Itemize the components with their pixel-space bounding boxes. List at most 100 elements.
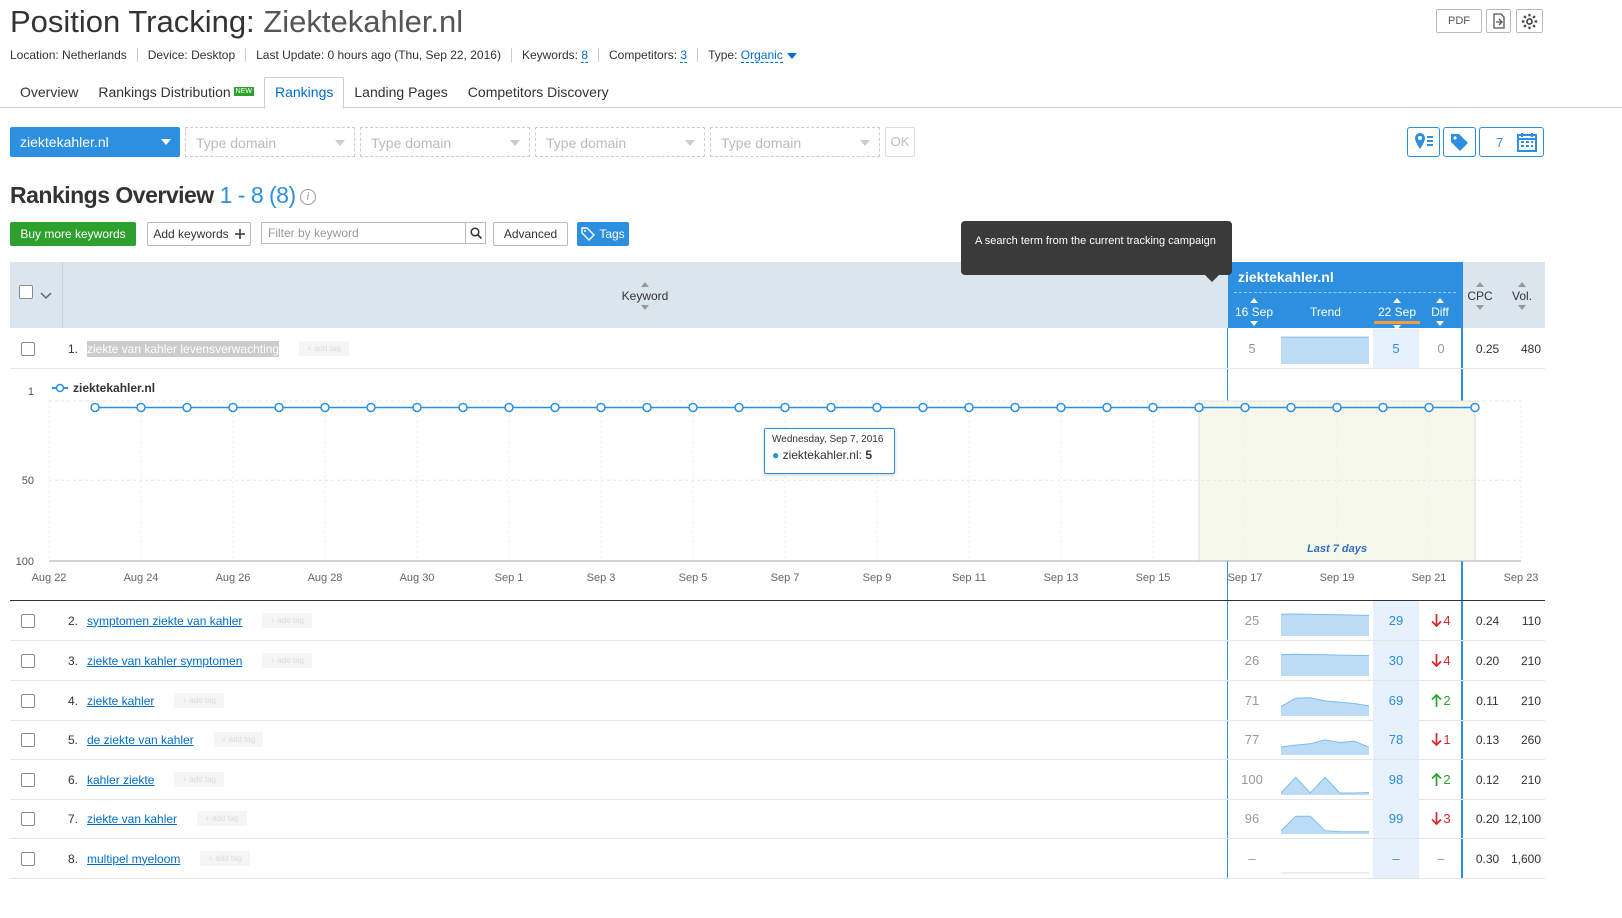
tags-button[interactable]: Tags	[577, 222, 629, 246]
date-range-button[interactable]: 7	[1479, 127, 1544, 157]
sort-down-icon	[1250, 321, 1258, 326]
tab-competitors-discovery[interactable]: Competitors Discovery	[458, 84, 619, 108]
row-checkbox[interactable]	[21, 693, 35, 708]
data-point[interactable]	[1424, 402, 1434, 413]
data-point[interactable]	[1240, 402, 1250, 413]
add-tag-button[interactable]: + add tag	[197, 811, 247, 826]
add-tag-button[interactable]: + add tag	[174, 772, 224, 787]
keyword-link[interactable]: de ziekte van kahler	[87, 733, 194, 747]
data-point[interactable]	[1010, 402, 1020, 413]
data-point[interactable]	[826, 402, 836, 413]
volume-label: Vol.	[1511, 289, 1532, 303]
keywords-count-link[interactable]: 8	[581, 48, 589, 63]
advanced-filter-button[interactable]: Advanced	[493, 222, 568, 246]
data-point[interactable]	[780, 402, 790, 413]
sort-down-icon	[1436, 321, 1444, 326]
ok-button[interactable]: OK	[885, 127, 915, 157]
last-7-days-label: Last 7 days	[1307, 543, 1367, 555]
row-checkbox[interactable]	[21, 851, 35, 866]
domain-select[interactable]: ziektekahler.nl	[10, 127, 180, 157]
filter-search-button[interactable]	[465, 222, 486, 244]
settings-button[interactable]	[1516, 9, 1543, 33]
tab-rankings-distribution[interactable]: Rankings Distribution NEW	[88, 84, 264, 108]
keyword-column-header[interactable]: Keyword	[605, 282, 685, 310]
volume-column-header[interactable]: Vol.	[1504, 282, 1540, 310]
buy-more-keywords-button[interactable]: Buy more keywords	[10, 222, 136, 246]
keyword-link[interactable]: ziekte van kahler	[87, 812, 177, 826]
add-keywords-button[interactable]: Add keywords	[147, 222, 251, 246]
data-point[interactable]	[1332, 402, 1342, 413]
export-button[interactable]	[1486, 9, 1511, 33]
competitor-domain-input-4[interactable]: Type domain	[710, 127, 880, 157]
add-tag-button[interactable]: + add tag	[299, 341, 349, 356]
arrow-up-icon	[1431, 694, 1442, 707]
add-tag-button[interactable]: + add tag	[262, 613, 312, 628]
competitor-domain-input-3[interactable]: Type domain	[535, 127, 705, 157]
keyword-link[interactable]: ziekte kahler	[87, 694, 154, 708]
data-point[interactable]	[458, 402, 468, 413]
data-point[interactable]	[1056, 402, 1066, 413]
data-point[interactable]	[320, 402, 330, 413]
add-tag-button[interactable]: + add tag	[200, 851, 250, 866]
data-point[interactable]	[642, 402, 652, 413]
data-point[interactable]	[136, 402, 146, 413]
date-new-column-header[interactable]: 22 Sep	[1374, 298, 1420, 330]
data-point[interactable]	[1148, 402, 1158, 413]
data-point[interactable]	[550, 402, 560, 413]
keyword-link[interactable]: multipel myeloom	[87, 852, 180, 866]
add-tag-button[interactable]: + add tag	[213, 732, 264, 747]
arrow-down-icon	[1431, 614, 1442, 627]
data-point[interactable]	[366, 402, 376, 413]
data-point[interactable]	[964, 402, 974, 413]
data-point[interactable]	[182, 402, 192, 413]
select-menu-chevron[interactable]	[40, 288, 52, 303]
data-point[interactable]	[872, 402, 882, 413]
add-tag-button[interactable]: + add tag	[174, 693, 224, 708]
info-icon[interactable]: i	[299, 188, 316, 205]
data-point[interactable]	[412, 402, 422, 413]
tab-landing-pages[interactable]: Landing Pages	[344, 84, 457, 108]
date-old-column-header[interactable]: 16 Sep	[1230, 298, 1278, 326]
competitor-domain-input-1[interactable]: Type domain	[185, 127, 355, 157]
row-checkbox[interactable]	[21, 341, 35, 356]
chevron-down-icon[interactable]	[786, 52, 797, 59]
data-point[interactable]	[504, 402, 514, 413]
location-list-button[interactable]	[1407, 127, 1440, 157]
sparkline-chart	[1281, 815, 1369, 834]
tags-filter-button[interactable]	[1443, 127, 1476, 157]
data-point[interactable]	[734, 402, 744, 413]
data-point[interactable]	[1470, 402, 1480, 413]
keyword-link[interactable]: ziekte van kahler symptomen	[87, 654, 242, 668]
data-point[interactable]	[1194, 402, 1204, 413]
diff-column-header[interactable]: Diff	[1426, 298, 1454, 326]
keyword-link[interactable]: symptomen ziekte van kahler	[87, 614, 242, 628]
data-point[interactable]	[90, 402, 100, 413]
row-checkbox[interactable]	[21, 772, 35, 787]
tab-overview[interactable]: Overview	[10, 84, 88, 108]
pdf-button[interactable]: PDF	[1436, 9, 1482, 33]
diff-value: 2	[1443, 693, 1451, 708]
type-dropdown[interactable]: Organic	[740, 48, 783, 63]
tab-rankings[interactable]: Rankings	[264, 77, 345, 109]
data-point[interactable]	[688, 402, 698, 413]
keyword-link[interactable]: ziekte van kahler levensverwachting	[87, 340, 280, 357]
data-point[interactable]	[596, 402, 606, 413]
filter-keyword-input[interactable]: Filter by keyword	[261, 222, 486, 244]
row-checkbox[interactable]	[21, 613, 35, 628]
position-old: 25	[1244, 613, 1260, 628]
row-checkbox[interactable]	[21, 653, 35, 668]
data-point[interactable]	[1286, 402, 1296, 413]
competitor-domain-input-2[interactable]: Type domain	[360, 127, 530, 157]
data-point[interactable]	[274, 402, 284, 413]
row-checkbox[interactable]	[21, 732, 35, 747]
select-all-checkbox[interactable]	[19, 285, 33, 299]
keyword-link[interactable]: kahler ziekte	[87, 773, 154, 787]
row-checkbox[interactable]	[21, 811, 35, 826]
cpc-column-header[interactable]: CPC	[1464, 282, 1496, 310]
add-tag-button[interactable]: + add tag	[262, 653, 312, 668]
data-point[interactable]	[1102, 402, 1112, 413]
data-point[interactable]	[228, 402, 238, 413]
data-point[interactable]	[918, 402, 928, 413]
data-point[interactable]	[1378, 402, 1388, 413]
competitors-count-link[interactable]: 3	[680, 48, 688, 63]
